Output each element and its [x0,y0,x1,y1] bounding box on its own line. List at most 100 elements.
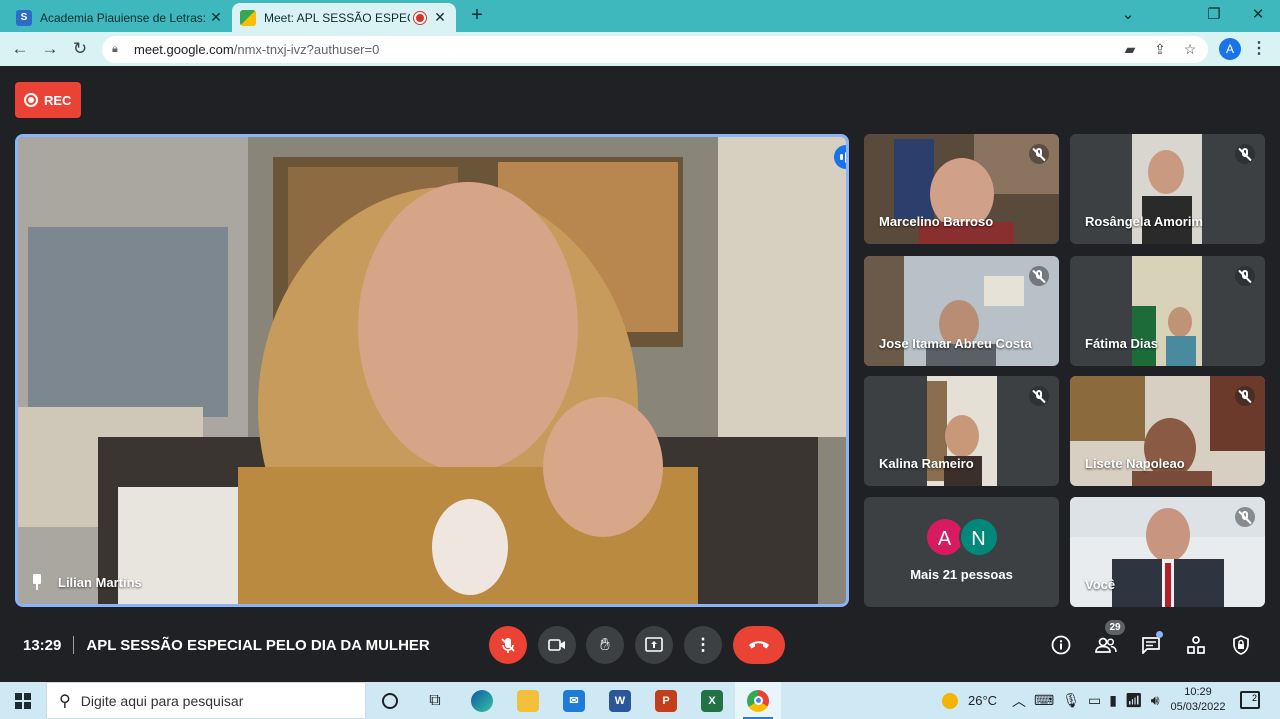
tab-meet[interactable]: Meet: APL SESSÃO ESPECIAL ✕ [232,3,456,32]
activities-button[interactable] [1181,630,1211,660]
tab-title: Meet: APL SESSÃO ESPECIAL [264,10,410,25]
taskbar-mail[interactable]: ✉ [551,682,597,719]
muted-icon [1235,507,1255,527]
close-tab-icon[interactable]: ✕ [432,9,448,26]
participant-name: Jose Itamar Abreu Costa [879,336,1032,351]
cortana-icon [382,692,398,709]
participant-tile[interactable]: Kalina Rameiro [864,376,1059,486]
muted-icon [1029,144,1049,164]
muted-icon [1235,144,1255,164]
close-tab-icon[interactable]: ✕ [208,9,224,26]
taskbar-time: 10:29 [1184,686,1212,698]
participant-tile[interactable]: Fátima Dias [1070,256,1265,366]
hand-icon: ✋︎ [600,635,610,654]
hang-up-icon [749,641,769,649]
taskbar-edge[interactable] [459,682,505,719]
address-bar[interactable]: 🔒︎ meet.google.com/nmx-tnxj-ivz?authuser… [102,36,1208,63]
taskbar-file-explorer[interactable] [505,682,551,719]
recording-badge[interactable]: REC [15,82,81,118]
tab-search-button[interactable]: ⌄ [1106,0,1150,32]
taskbar-word[interactable]: W [597,682,643,719]
participant-tile[interactable]: Rosângela Amorim [1070,134,1265,244]
meeting-controls-bar: 13:29 APL SESSÃO ESPECIAL PELO DIA DA MU… [0,620,1280,670]
reload-icon[interactable]: ↻ [68,37,92,61]
microphone-off-button[interactable] [489,626,527,664]
bookmark-star-icon[interactable]: ☆ [1178,36,1202,63]
record-icon [24,93,38,107]
participant-tile[interactable]: Jose Itamar Abreu Costa [864,256,1059,366]
pin-icon[interactable] [30,574,44,590]
tab-title: Academia Piauiense de Letras: ag [40,10,208,25]
more-participants-tile[interactable]: A N Mais 21 pessoas [864,497,1059,607]
camera-tray-icon[interactable]: ▭ [1088,692,1101,709]
present-screen-button[interactable] [635,626,673,664]
meet-tray-icon[interactable]: ⌨ [1034,692,1054,709]
main-video-tile[interactable]: Lilian Martins [15,134,849,607]
avatar-stack: A N [924,516,999,557]
back-arrow-icon[interactable]: ← [8,37,32,61]
excel-icon: X [701,689,723,712]
avatar: N [958,516,999,557]
battery-icon[interactable]: ▮ [1109,692,1117,709]
task-view-button[interactable]: ⧉ [412,682,458,719]
rec-label: REC [44,92,72,108]
muted-icon [1029,386,1049,406]
main-video-image [18,137,846,604]
close-window-button[interactable]: ✕ [1236,0,1280,32]
weather-sun-icon [942,692,958,709]
self-view-tile[interactable]: Você [1070,497,1265,607]
new-tab-button[interactable]: + [466,4,488,26]
profile-avatar[interactable]: A [1219,38,1241,60]
mic-off-icon [501,638,515,653]
microphone-tray-icon[interactable]: 🎙︎ [1062,692,1080,709]
shield-lock-icon [1233,635,1249,655]
meet-favicon-icon [240,9,256,26]
camera-in-use-icon[interactable]: ▰ [1118,36,1142,63]
host-controls-button[interactable] [1226,630,1256,660]
share-icon[interactable]: ⇪ [1148,36,1172,63]
tab-academia[interactable]: S Academia Piauiense de Letras: ag ✕ [8,3,232,32]
more-participants-label: Mais 21 pessoas [910,566,1013,582]
url-path: /nmx-tnxj-ivz?authuser=0 [233,42,380,57]
browser-tab-strip: S Academia Piauiense de Letras: ag ✕ Mee… [0,0,1280,32]
meeting-details-button[interactable] [1046,630,1076,660]
show-hidden-icons-icon[interactable]: ︿ [1012,691,1026,711]
wifi-icon[interactable]: 📶︎ [1125,692,1143,709]
powerpoint-icon: P [655,689,677,712]
taskbar-powerpoint[interactable]: P [643,682,689,719]
participant-name: Lisete Napoleao [1085,456,1185,471]
participant-tile[interactable]: Lisete Napoleao [1070,376,1265,486]
weather-temp: 26°C [968,693,998,708]
restore-window-button[interactable]: ❐ [1192,0,1236,32]
taskbar-clock[interactable]: 10:29 05/03/2022 [1170,685,1226,715]
chrome-icon [747,689,769,712]
system-tray: ︿ ⌨ 🎙︎ ▭ ▮ 📶︎ 🔊︎ [1012,682,1160,719]
start-button[interactable] [0,682,46,719]
taskbar-chrome[interactable] [735,682,781,719]
meeting-info: 13:29 APL SESSÃO ESPECIAL PELO DIA DA MU… [23,636,430,654]
taskbar-excel[interactable]: X [689,682,735,719]
cortana-button[interactable] [367,682,413,719]
forward-arrow-icon[interactable]: → [38,37,62,61]
main-speaker-label: Lilian Martins [30,574,142,590]
windows-logo-icon [15,692,31,709]
taskbar-search-box[interactable]: ⚲ Digite aqui para pesquisar [46,682,366,719]
muted-icon [1029,266,1049,286]
more-options-button[interactable]: ⋮ [684,626,722,664]
people-count-badge: 29 [1105,620,1125,635]
word-icon: W [609,689,631,712]
notification-center-icon[interactable]: 2 [1240,691,1260,709]
browser-menu-icon[interactable]: ⋮ [1250,37,1268,61]
leave-call-button[interactable] [733,626,785,664]
divider [73,636,75,654]
volume-icon[interactable]: 🔊︎ [1151,692,1160,709]
participant-tile[interactable]: Marcelino Barroso [864,134,1059,244]
weather-widget[interactable]: 26°C [942,682,997,719]
folder-icon [517,689,539,712]
camera-button[interactable] [538,626,576,664]
camera-icon [548,639,565,651]
raise-hand-button[interactable]: ✋︎ [586,626,624,664]
windows-taskbar: ⚲ Digite aqui para pesquisar ⧉ ✉ W P X 2… [0,682,1280,719]
taskbar-date: 05/03/2022 [1170,701,1226,713]
participant-name: Marcelino Barroso [879,214,994,229]
